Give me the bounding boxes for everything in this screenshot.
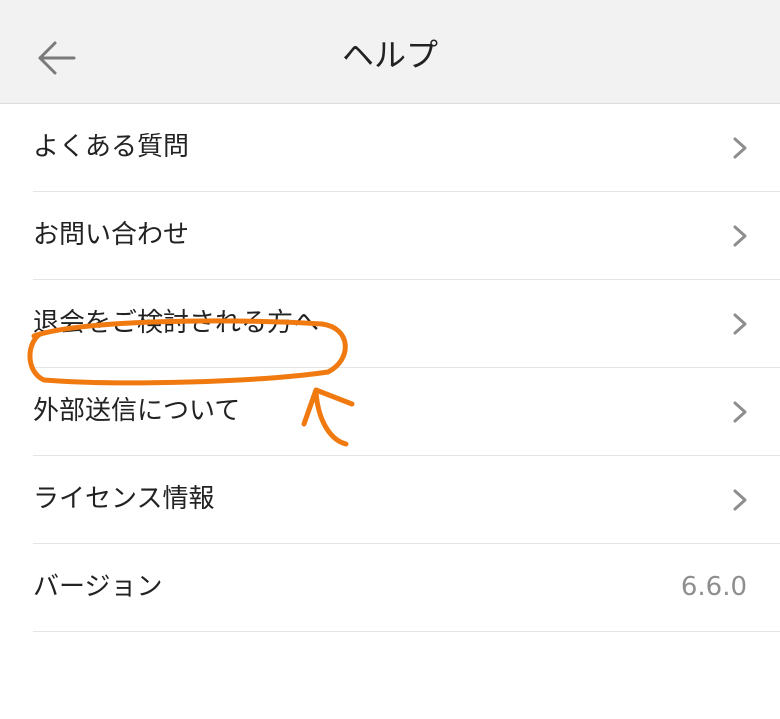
version-value: 6.6.0 xyxy=(680,572,747,602)
menu-item-label: お問い合わせ xyxy=(33,220,190,250)
menu-item-contact[interactable]: お問い合わせ xyxy=(33,192,780,280)
chevron-right-icon xyxy=(730,398,750,426)
menu-item-label: 外部送信について xyxy=(33,396,241,426)
chevron-right-icon xyxy=(730,310,750,338)
page-title: ヘルプ xyxy=(341,36,438,74)
app-header: ヘルプ xyxy=(0,0,780,104)
menu-item-label: 退会をご検討される方へ xyxy=(33,308,320,338)
menu-item-faq[interactable]: よくある質問 xyxy=(33,104,780,192)
menu-item-withdrawal[interactable]: 退会をご検討される方へ xyxy=(33,280,780,368)
menu-item-label: よくある質問 xyxy=(33,132,190,162)
chevron-right-icon xyxy=(730,222,750,250)
chevron-right-icon xyxy=(730,486,750,514)
help-menu-list: よくある質問 お問い合わせ 退会をご検討される方へ 外部送信について ライセンス… xyxy=(0,104,780,632)
menu-item-version: バージョン 6.6.0 xyxy=(33,544,780,632)
version-label: バージョン xyxy=(33,572,163,602)
menu-item-label: ライセンス情報 xyxy=(33,484,215,514)
menu-item-license[interactable]: ライセンス情報 xyxy=(33,456,780,544)
menu-item-external-transmission[interactable]: 外部送信について xyxy=(33,368,780,456)
chevron-right-icon xyxy=(730,134,750,162)
